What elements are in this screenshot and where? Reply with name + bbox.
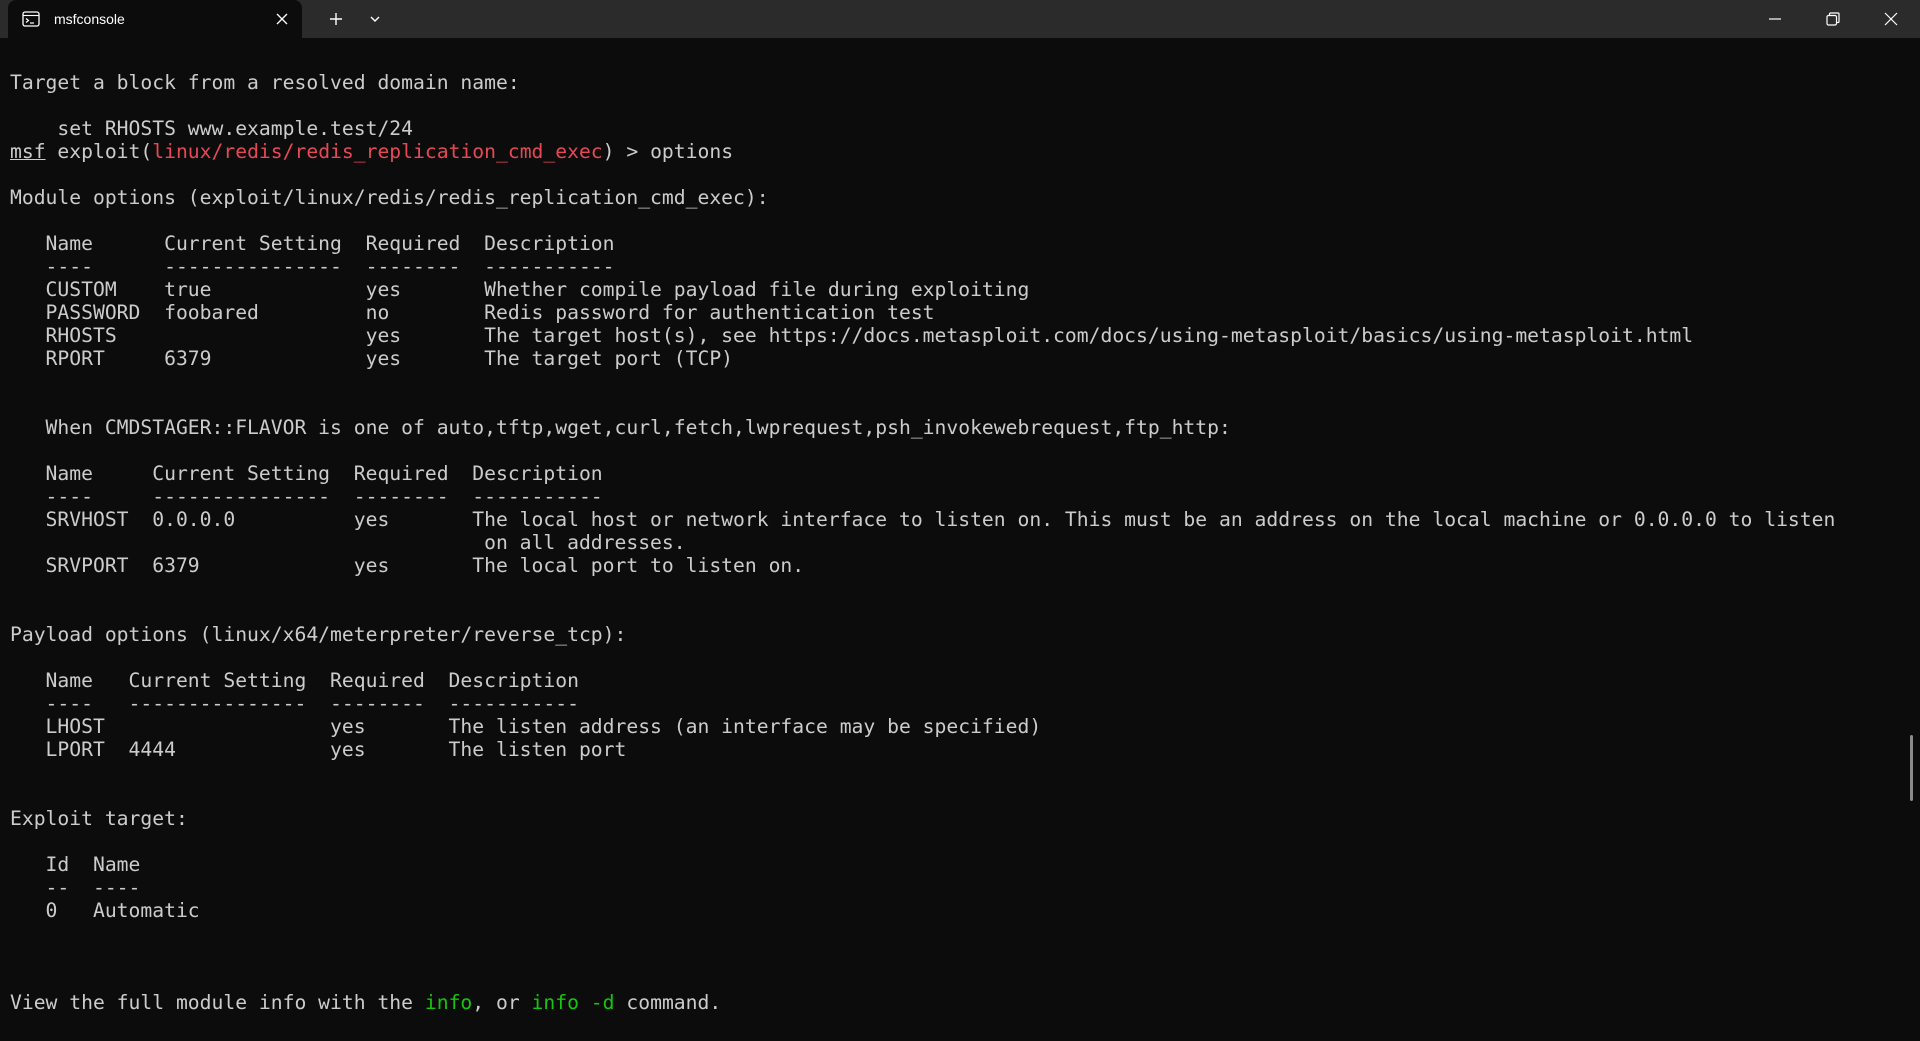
- plus-icon[interactable]: [324, 8, 348, 30]
- module-table-row: RPORT 6379 yes The target port (TCP): [10, 347, 734, 370]
- target-block-heading: Target a block from a resolved domain na…: [10, 71, 520, 94]
- command-prompt-line: msf exploit(linux/redis/redis_replicatio…: [10, 140, 733, 163]
- info-d-command: info -d: [531, 991, 615, 1014]
- restore-icon[interactable]: [1804, 0, 1862, 38]
- cmdstager-table-row: SRVPORT 6379 yes The local port to liste…: [10, 554, 805, 577]
- payload-options-heading: Payload options (linux/x64/meterpreter/r…: [10, 623, 627, 646]
- terminal-output[interactable]: Target a block from a resolved domain na…: [0, 38, 1906, 1041]
- minimize-icon[interactable]: [1746, 0, 1804, 38]
- terminal-icon: [22, 11, 40, 27]
- scrollbar-thumb[interactable]: [1910, 735, 1913, 801]
- prompt-exploit-open: exploit(: [45, 140, 153, 163]
- footer-prefix: View the full module info with the: [10, 991, 425, 1014]
- footer-suffix: command.: [614, 991, 722, 1014]
- payload-table-row: LHOST yes The listen address (an interfa…: [10, 715, 1042, 738]
- module-table-row: CUSTOM true yes Whether compile payload …: [10, 278, 1030, 301]
- close-icon[interactable]: [272, 9, 292, 29]
- prompt-module-path: linux/redis/redis_replication_cmd_exec: [152, 140, 603, 163]
- module-options-heading: Module options (exploit/linux/redis/redi…: [10, 186, 769, 209]
- close-icon[interactable]: [1862, 0, 1920, 38]
- target-table-header: Id Name: [10, 853, 141, 876]
- set-rhosts-example: set RHOSTS www.example.test/24: [10, 117, 413, 140]
- tab-msfconsole[interactable]: msfconsole: [8, 0, 302, 38]
- footer-hint-line: View the full module info with the info,…: [10, 991, 721, 1014]
- prompt-command: ) > options: [602, 140, 734, 163]
- title-bar: msfconsole: [0, 0, 1920, 38]
- module-table-row: RHOSTS yes The target host(s), see https…: [10, 324, 1694, 347]
- prompt-user: msf: [10, 140, 46, 163]
- info-command: info: [424, 991, 473, 1014]
- target-table-row: 0 Automatic: [10, 899, 200, 922]
- module-table-row: PASSWORD foobared no Redis password for …: [10, 301, 935, 324]
- payload-table-underline: ---- --------------- -------- ----------…: [10, 692, 579, 715]
- cmdstager-heading: When CMDSTAGER::FLAVOR is one of auto,tf…: [10, 416, 1231, 439]
- target-table-underline: -- ----: [10, 876, 141, 899]
- terminal-window: msfconsole Target a block from a resolve…: [0, 0, 1920, 1041]
- module-table-header: Name Current Setting Required Descriptio…: [10, 232, 615, 255]
- exploit-target-heading: Exploit target:: [10, 807, 188, 830]
- cmdstager-table-header: Name Current Setting Required Descriptio…: [10, 462, 603, 485]
- chevron-down-icon[interactable]: [364, 8, 386, 30]
- payload-table-row: LPORT 4444 yes The listen port: [10, 738, 627, 761]
- footer-or: , or: [472, 991, 532, 1014]
- payload-table-header: Name Current Setting Required Descriptio…: [10, 669, 579, 692]
- tab-title: msfconsole: [54, 11, 125, 27]
- cmdstager-table-row: on all addresses.: [10, 531, 686, 554]
- cmdstager-table-row: SRVHOST 0.0.0.0 yes The local host or ne…: [10, 508, 1836, 531]
- cmdstager-table-underline: ---- --------------- -------- ----------…: [10, 485, 603, 508]
- module-table-underline: ---- --------------- -------- ----------…: [10, 255, 615, 278]
